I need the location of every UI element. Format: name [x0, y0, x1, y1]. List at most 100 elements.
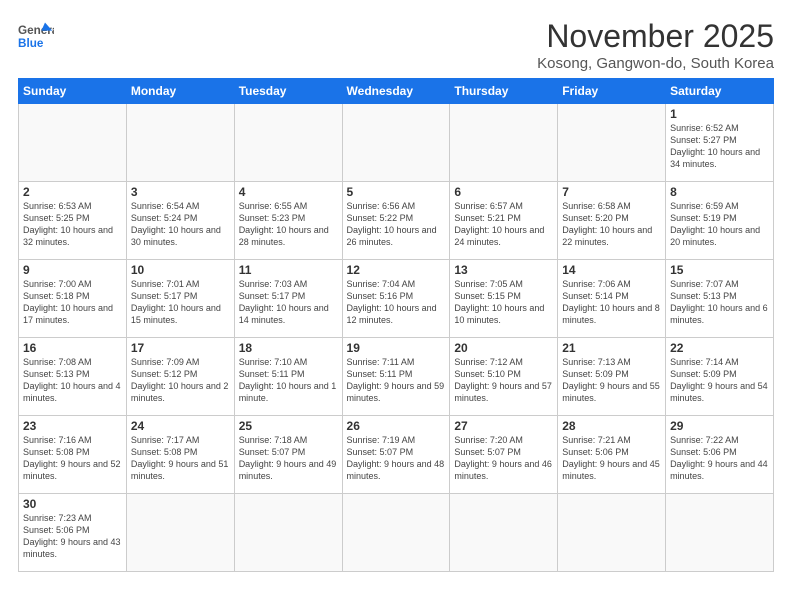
calendar-header: SundayMondayTuesdayWednesdayThursdayFrid… [19, 79, 774, 104]
day-info: Sunrise: 7:19 AM Sunset: 5:07 PM Dayligh… [347, 434, 446, 483]
weekday-row: SundayMondayTuesdayWednesdayThursdayFrid… [19, 79, 774, 104]
calendar-cell: 28Sunrise: 7:21 AM Sunset: 5:06 PM Dayli… [558, 416, 666, 494]
calendar-cell: 1Sunrise: 6:52 AM Sunset: 5:27 PM Daylig… [666, 104, 774, 182]
calendar-cell: 5Sunrise: 6:56 AM Sunset: 5:22 PM Daylig… [342, 182, 450, 260]
day-number: 11 [239, 263, 338, 277]
calendar-cell: 18Sunrise: 7:10 AM Sunset: 5:11 PM Dayli… [234, 338, 342, 416]
calendar-cell [126, 104, 234, 182]
calendar-cell [19, 104, 127, 182]
calendar-cell [450, 494, 558, 572]
calendar-cell: 14Sunrise: 7:06 AM Sunset: 5:14 PM Dayli… [558, 260, 666, 338]
generalblue-logo-icon: General Blue [18, 18, 54, 54]
calendar-cell: 25Sunrise: 7:18 AM Sunset: 5:07 PM Dayli… [234, 416, 342, 494]
calendar-cell: 29Sunrise: 7:22 AM Sunset: 5:06 PM Dayli… [666, 416, 774, 494]
calendar-cell: 17Sunrise: 7:09 AM Sunset: 5:12 PM Dayli… [126, 338, 234, 416]
day-number: 12 [347, 263, 446, 277]
day-info: Sunrise: 6:57 AM Sunset: 5:21 PM Dayligh… [454, 200, 553, 249]
day-number: 5 [347, 185, 446, 199]
logo: General Blue [18, 18, 54, 54]
day-info: Sunrise: 6:55 AM Sunset: 5:23 PM Dayligh… [239, 200, 338, 249]
calendar-cell: 13Sunrise: 7:05 AM Sunset: 5:15 PM Dayli… [450, 260, 558, 338]
calendar-week-5: 23Sunrise: 7:16 AM Sunset: 5:08 PM Dayli… [19, 416, 774, 494]
calendar-title: November 2025 [537, 18, 774, 55]
day-number: 8 [670, 185, 769, 199]
weekday-header-friday: Friday [558, 79, 666, 104]
day-info: Sunrise: 7:04 AM Sunset: 5:16 PM Dayligh… [347, 278, 446, 327]
day-info: Sunrise: 7:11 AM Sunset: 5:11 PM Dayligh… [347, 356, 446, 405]
calendar-cell: 15Sunrise: 7:07 AM Sunset: 5:13 PM Dayli… [666, 260, 774, 338]
day-info: Sunrise: 7:00 AM Sunset: 5:18 PM Dayligh… [23, 278, 122, 327]
calendar-cell: 20Sunrise: 7:12 AM Sunset: 5:10 PM Dayli… [450, 338, 558, 416]
day-info: Sunrise: 7:06 AM Sunset: 5:14 PM Dayligh… [562, 278, 661, 327]
calendar-cell: 3Sunrise: 6:54 AM Sunset: 5:24 PM Daylig… [126, 182, 234, 260]
day-info: Sunrise: 7:03 AM Sunset: 5:17 PM Dayligh… [239, 278, 338, 327]
day-number: 29 [670, 419, 769, 433]
calendar-table: SundayMondayTuesdayWednesdayThursdayFrid… [18, 78, 774, 572]
calendar-cell: 23Sunrise: 7:16 AM Sunset: 5:08 PM Dayli… [19, 416, 127, 494]
page: General Blue November 2025 Kosong, Gangw… [0, 0, 792, 612]
weekday-header-tuesday: Tuesday [234, 79, 342, 104]
day-info: Sunrise: 6:53 AM Sunset: 5:25 PM Dayligh… [23, 200, 122, 249]
day-info: Sunrise: 7:20 AM Sunset: 5:07 PM Dayligh… [454, 434, 553, 483]
day-info: Sunrise: 7:09 AM Sunset: 5:12 PM Dayligh… [131, 356, 230, 405]
calendar-cell: 11Sunrise: 7:03 AM Sunset: 5:17 PM Dayli… [234, 260, 342, 338]
day-number: 9 [23, 263, 122, 277]
svg-text:Blue: Blue [18, 37, 44, 50]
day-info: Sunrise: 7:23 AM Sunset: 5:06 PM Dayligh… [23, 512, 122, 561]
calendar-cell [342, 104, 450, 182]
calendar-cell [666, 494, 774, 572]
calendar-cell: 2Sunrise: 6:53 AM Sunset: 5:25 PM Daylig… [19, 182, 127, 260]
weekday-header-monday: Monday [126, 79, 234, 104]
day-info: Sunrise: 7:10 AM Sunset: 5:11 PM Dayligh… [239, 356, 338, 405]
calendar-cell: 27Sunrise: 7:20 AM Sunset: 5:07 PM Dayli… [450, 416, 558, 494]
calendar-cell: 21Sunrise: 7:13 AM Sunset: 5:09 PM Dayli… [558, 338, 666, 416]
title-block: November 2025 Kosong, Gangwon-do, South … [537, 18, 774, 72]
day-number: 6 [454, 185, 553, 199]
day-number: 4 [239, 185, 338, 199]
day-number: 3 [131, 185, 230, 199]
day-number: 19 [347, 341, 446, 355]
day-number: 28 [562, 419, 661, 433]
weekday-header-sunday: Sunday [19, 79, 127, 104]
day-number: 18 [239, 341, 338, 355]
day-number: 16 [23, 341, 122, 355]
day-info: Sunrise: 7:13 AM Sunset: 5:09 PM Dayligh… [562, 356, 661, 405]
calendar-cell [450, 104, 558, 182]
calendar-subtitle: Kosong, Gangwon-do, South Korea [537, 55, 774, 72]
calendar-cell: 26Sunrise: 7:19 AM Sunset: 5:07 PM Dayli… [342, 416, 450, 494]
day-info: Sunrise: 6:52 AM Sunset: 5:27 PM Dayligh… [670, 122, 769, 171]
calendar-cell: 12Sunrise: 7:04 AM Sunset: 5:16 PM Dayli… [342, 260, 450, 338]
day-number: 23 [23, 419, 122, 433]
calendar-cell: 9Sunrise: 7:00 AM Sunset: 5:18 PM Daylig… [19, 260, 127, 338]
day-number: 7 [562, 185, 661, 199]
weekday-header-saturday: Saturday [666, 79, 774, 104]
day-number: 14 [562, 263, 661, 277]
day-info: Sunrise: 7:05 AM Sunset: 5:15 PM Dayligh… [454, 278, 553, 327]
day-info: Sunrise: 7:22 AM Sunset: 5:06 PM Dayligh… [670, 434, 769, 483]
day-number: 24 [131, 419, 230, 433]
day-number: 17 [131, 341, 230, 355]
calendar-cell [558, 104, 666, 182]
calendar-week-3: 9Sunrise: 7:00 AM Sunset: 5:18 PM Daylig… [19, 260, 774, 338]
calendar-cell: 4Sunrise: 6:55 AM Sunset: 5:23 PM Daylig… [234, 182, 342, 260]
weekday-header-wednesday: Wednesday [342, 79, 450, 104]
calendar-cell: 19Sunrise: 7:11 AM Sunset: 5:11 PM Dayli… [342, 338, 450, 416]
calendar-cell: 6Sunrise: 6:57 AM Sunset: 5:21 PM Daylig… [450, 182, 558, 260]
day-info: Sunrise: 7:16 AM Sunset: 5:08 PM Dayligh… [23, 434, 122, 483]
day-info: Sunrise: 6:54 AM Sunset: 5:24 PM Dayligh… [131, 200, 230, 249]
calendar-cell [234, 104, 342, 182]
calendar-cell [126, 494, 234, 572]
day-number: 21 [562, 341, 661, 355]
day-info: Sunrise: 6:59 AM Sunset: 5:19 PM Dayligh… [670, 200, 769, 249]
day-number: 20 [454, 341, 553, 355]
header: General Blue November 2025 Kosong, Gangw… [18, 18, 774, 72]
day-number: 30 [23, 497, 122, 511]
calendar-cell: 16Sunrise: 7:08 AM Sunset: 5:13 PM Dayli… [19, 338, 127, 416]
calendar-cell [234, 494, 342, 572]
day-number: 13 [454, 263, 553, 277]
day-number: 15 [670, 263, 769, 277]
calendar-week-4: 16Sunrise: 7:08 AM Sunset: 5:13 PM Dayli… [19, 338, 774, 416]
day-number: 27 [454, 419, 553, 433]
calendar-week-1: 1Sunrise: 6:52 AM Sunset: 5:27 PM Daylig… [19, 104, 774, 182]
day-info: Sunrise: 7:01 AM Sunset: 5:17 PM Dayligh… [131, 278, 230, 327]
